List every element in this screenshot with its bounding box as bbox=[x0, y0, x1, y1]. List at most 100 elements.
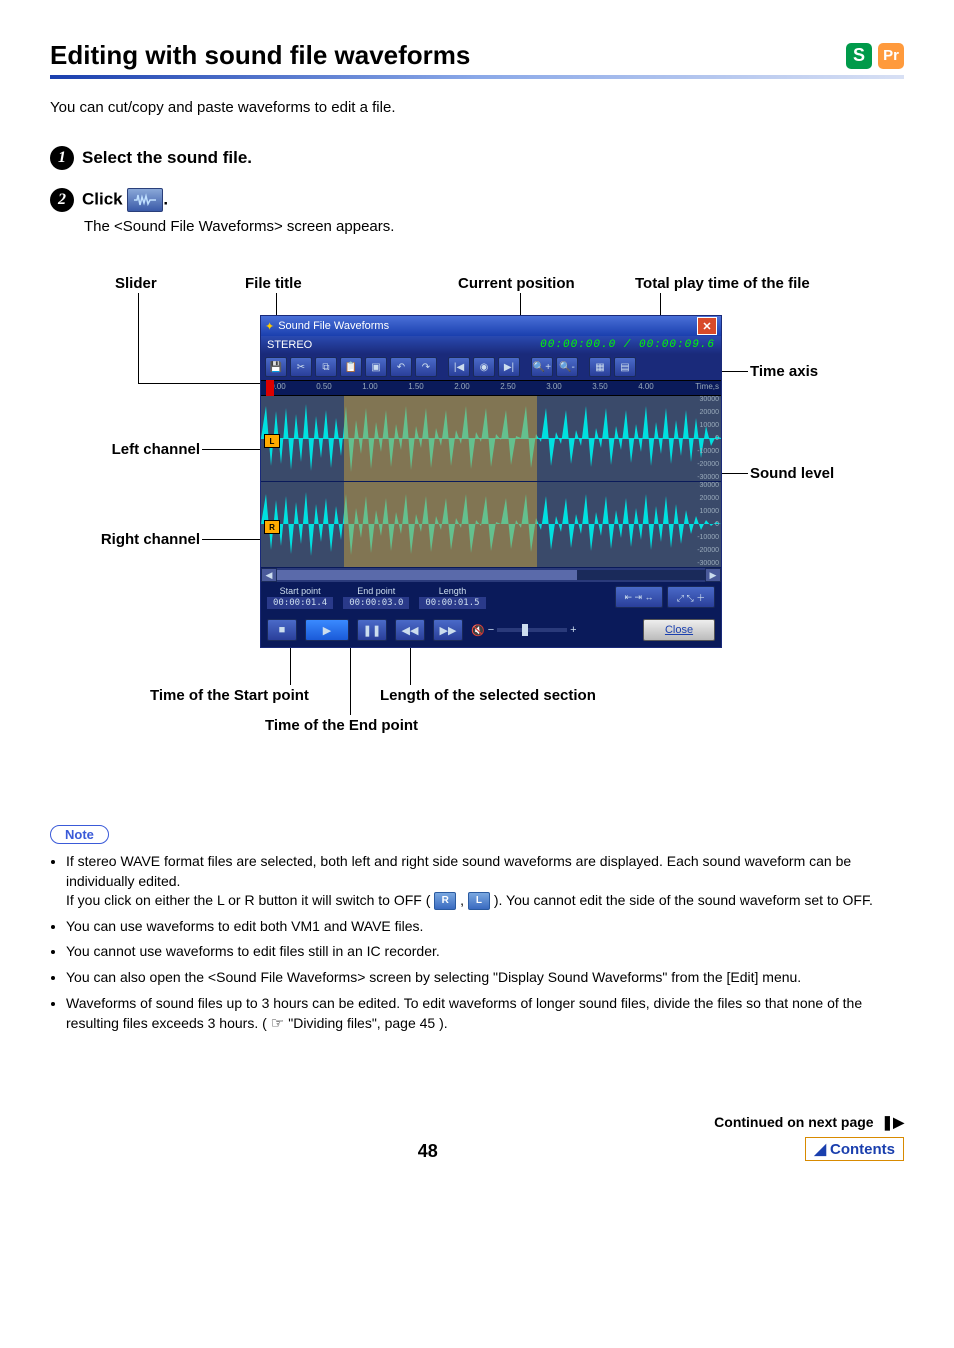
note-5-link[interactable]: "Dividing files", page 45 bbox=[288, 1015, 435, 1031]
zoom-in-icon[interactable]: 🔍+ bbox=[531, 357, 553, 377]
step-2-text: Click . bbox=[82, 188, 168, 212]
step-2-sub: The <Sound File Waveforms> screen appear… bbox=[84, 218, 904, 235]
note-5-post: ). bbox=[439, 1015, 448, 1031]
contents-label: Contents bbox=[830, 1141, 895, 1158]
channel-left[interactable]: L 300002000010000 0-10000-20000 -30000 bbox=[261, 396, 721, 482]
step-1-text: Select the sound file. bbox=[82, 148, 252, 168]
channel-right[interactable]: R 300002000010000 0-10000-20000 -30000 bbox=[261, 482, 721, 568]
horizontal-scrollbar[interactable]: ◀ ▶ bbox=[261, 568, 721, 582]
end-point-box: End point 00:00:03.0 bbox=[343, 586, 409, 609]
note-5-pre: Waveforms of sound files up to 3 hours c… bbox=[66, 995, 862, 1032]
play-button[interactable]: ▶ bbox=[305, 619, 349, 641]
view-b-icon[interactable]: ▤ bbox=[614, 357, 636, 377]
ruler-tick: 4.00 bbox=[638, 382, 654, 391]
note-label: Note bbox=[50, 825, 109, 844]
step-2-prefix: Click bbox=[82, 189, 127, 208]
status-bar: STEREO 00:00:00.0 / 00:00:09.6 bbox=[261, 336, 721, 354]
redo-icon[interactable]: ↷ bbox=[415, 357, 437, 377]
l-off-chip-icon: L bbox=[468, 892, 490, 910]
forward-button[interactable]: ▶▶ bbox=[433, 619, 463, 641]
note-1b-mid: , bbox=[460, 892, 468, 908]
copy-icon[interactable]: ⧉ bbox=[315, 357, 337, 377]
waveform-button-icon[interactable] bbox=[127, 188, 163, 212]
undo-icon[interactable]: ↶ bbox=[390, 357, 412, 377]
window-close-button[interactable]: ✕ bbox=[697, 317, 717, 335]
toolbar: 💾 ✂ ⧉ 📋 ▣ ↶ ↷ |◀ ◉ ▶| 🔍+ 🔍- ▦ ▤ bbox=[261, 354, 721, 380]
volume-control[interactable]: 🔇 − + bbox=[471, 624, 577, 637]
ruler-tick: 1.00 bbox=[362, 382, 378, 391]
time-display: 00:00:00.0 / 00:00:09.6 bbox=[540, 339, 715, 351]
page-title: Editing with sound file waveforms bbox=[50, 40, 470, 71]
view-a-icon[interactable]: ▦ bbox=[589, 357, 611, 377]
pointer-icon: ☞ bbox=[271, 1015, 289, 1032]
step-1-number: 1 bbox=[50, 146, 74, 170]
step-2-number: 2 bbox=[50, 188, 74, 212]
badge-s-icon: S bbox=[846, 43, 872, 69]
close-button[interactable]: Close bbox=[643, 619, 715, 641]
save-icon[interactable]: 💾 bbox=[265, 357, 287, 377]
label-slider: Slider bbox=[115, 275, 157, 292]
label-end-time: Time of the End point bbox=[265, 717, 418, 734]
marker-end-icon[interactable]: ▶| bbox=[498, 357, 520, 377]
rewind-button[interactable]: ◀◀ bbox=[395, 619, 425, 641]
volume-thumb[interactable] bbox=[522, 624, 528, 636]
time-ruler: 0.00 0.50 1.00 1.50 2.00 2.50 3.00 3.50 … bbox=[261, 380, 721, 396]
step-2-suffix: . bbox=[163, 189, 168, 208]
continued-row: Continued on next page ❚▶ bbox=[50, 1114, 904, 1131]
scroll-thumb[interactable] bbox=[277, 570, 577, 580]
window-titlebar: ✦ Sound File Waveforms ✕ bbox=[261, 316, 721, 336]
playhead-slider[interactable] bbox=[266, 380, 274, 396]
points-row: Start point 00:00:01.4 End point 00:00:0… bbox=[261, 582, 721, 613]
playback-row: ■ ▶ ❚❚ ◀◀ ▶▶ 🔇 − + Close bbox=[261, 613, 721, 647]
sound-file-waveforms-window: ✦ Sound File Waveforms ✕ STEREO 00:00:00… bbox=[260, 315, 722, 648]
cut-icon[interactable]: ✂ bbox=[290, 357, 312, 377]
marker-start-icon[interactable]: |◀ bbox=[448, 357, 470, 377]
label-current-position: Current position bbox=[458, 275, 575, 292]
continued-text: Continued on next page bbox=[714, 1114, 873, 1130]
ruler-tick: 2.50 bbox=[500, 382, 516, 391]
note-item: You can use waveforms to edit both VM1 a… bbox=[66, 917, 904, 937]
note-item: You can also open the <Sound File Wavefo… bbox=[66, 968, 904, 988]
marker-point-icon[interactable]: ◉ bbox=[473, 357, 495, 377]
crop-icon[interactable]: ▣ bbox=[365, 357, 387, 377]
window-icon: ✦ bbox=[265, 320, 274, 333]
notes-list: If stereo WAVE format files are selected… bbox=[50, 852, 904, 1034]
start-point-box: Start point 00:00:01.4 bbox=[267, 586, 333, 609]
ruler-unit: Time,s bbox=[695, 382, 719, 391]
scroll-right-icon[interactable]: ▶ bbox=[705, 568, 721, 582]
note-item: Waveforms of sound files up to 3 hours c… bbox=[66, 994, 904, 1035]
waveform-area: L 300002000010000 0-10000-20000 -30000 R… bbox=[261, 396, 721, 568]
label-file-title: File title bbox=[245, 275, 302, 292]
ruler-tick: 3.50 bbox=[592, 382, 608, 391]
scroll-left-icon[interactable]: ◀ bbox=[261, 568, 277, 582]
speaker-icon: 🔇 bbox=[471, 624, 485, 637]
contents-button[interactable]: ◢ Contents bbox=[805, 1137, 904, 1161]
ruler-tick: 0.50 bbox=[316, 382, 332, 391]
ruler-tick: 2.00 bbox=[454, 382, 470, 391]
length-label: Length bbox=[419, 586, 485, 596]
zoom-h-group[interactable]: ⇤ ⇥ ↔ bbox=[615, 586, 663, 608]
paste-icon[interactable]: 📋 bbox=[340, 357, 362, 377]
intro-text: You can cut/copy and paste waveforms to … bbox=[50, 99, 904, 116]
step-1: 1 Select the sound file. bbox=[50, 146, 904, 170]
header-badges: S Pr bbox=[846, 43, 904, 69]
zoom-out-icon[interactable]: 🔍- bbox=[556, 357, 578, 377]
window-title: Sound File Waveforms bbox=[278, 320, 389, 332]
next-page-icon[interactable]: ❚▶ bbox=[882, 1114, 905, 1130]
stereo-label: STEREO bbox=[267, 339, 312, 351]
label-left-channel: Left channel bbox=[100, 441, 200, 458]
channel-l-toggle[interactable]: L bbox=[264, 434, 280, 448]
selection-right[interactable] bbox=[344, 482, 537, 567]
page-number: 48 bbox=[418, 1141, 438, 1161]
ruler-tick: 1.50 bbox=[408, 382, 424, 391]
ruler-tick: 3.00 bbox=[546, 382, 562, 391]
length-box: Length 00:00:01.5 bbox=[419, 586, 485, 609]
channel-r-toggle[interactable]: R bbox=[264, 520, 280, 534]
pause-button[interactable]: ❚❚ bbox=[357, 619, 387, 641]
zoom-v-group[interactable]: ⤢ ⤡ ＋ bbox=[667, 586, 715, 608]
stop-button[interactable]: ■ bbox=[267, 619, 297, 641]
label-sel-length: Length of the selected section bbox=[380, 687, 596, 704]
selection-left[interactable] bbox=[344, 396, 537, 481]
note-1b-pre: If you click on either the L or R button… bbox=[66, 892, 430, 908]
end-point-value: 00:00:03.0 bbox=[343, 597, 409, 609]
